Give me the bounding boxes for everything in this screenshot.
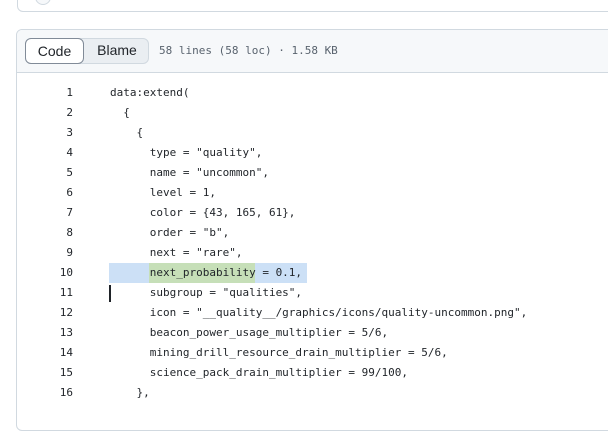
- code-text: next_probability = 0.1,: [110, 266, 303, 279]
- code-text: icon = "__quality__/graphics/icons/quali…: [110, 306, 528, 319]
- code-text: beacon_power_usage_multiplier = 5/6,: [110, 326, 389, 339]
- code-line[interactable]: 7 color = {43, 165, 61},: [17, 203, 608, 223]
- line-number[interactable]: 8: [17, 223, 73, 243]
- code-text: next = "rare",: [110, 246, 243, 259]
- code-tab[interactable]: Code: [25, 38, 84, 64]
- code-line[interactable]: 3 {: [17, 123, 608, 143]
- code-line[interactable]: 5 name = "uncommon",: [17, 163, 608, 183]
- code-line[interactable]: 2 {: [17, 103, 608, 123]
- code-text: name = "uncommon",: [110, 166, 269, 179]
- view-mode-toggle: Code Blame: [25, 38, 149, 64]
- code-text: color = {43, 165, 61},: [110, 206, 296, 219]
- code-text: subgroup = "qualities",: [110, 286, 303, 299]
- line-number[interactable]: 3: [17, 123, 73, 143]
- line-number[interactable]: 12: [17, 303, 73, 323]
- code-line[interactable]: 1 data:extend(: [17, 83, 608, 103]
- line-number[interactable]: 15: [17, 363, 73, 383]
- line-number[interactable]: 14: [17, 343, 73, 363]
- code-text: order = "b",: [110, 226, 230, 239]
- line-number[interactable]: 11: [17, 283, 73, 303]
- code-text: type = "quality",: [110, 146, 263, 159]
- line-number[interactable]: 10: [17, 263, 73, 283]
- file-header: Code Blame 58 lines (58 loc) · 1.58 KB: [17, 30, 608, 73]
- code-view[interactable]: 1 data:extend(2 {3 {4 type = "quality", 5 …: [17, 73, 608, 430]
- line-number[interactable]: 6: [17, 183, 73, 203]
- file-info: 58 lines (58 loc) · 1.58 KB: [159, 44, 338, 57]
- file-view: Code Blame 58 lines (58 loc) · 1.58 KB 1…: [16, 29, 608, 431]
- avatar: [35, 0, 51, 5]
- code-line[interactable]: 10 next_probability = 0.1,: [17, 263, 608, 283]
- code-text: {: [110, 106, 130, 119]
- line-number[interactable]: 7: [17, 203, 73, 223]
- code-text: mining_drill_resource_drain_multiplier =…: [110, 346, 448, 359]
- code-line[interactable]: 14 mining_drill_resource_drain_multiplie…: [17, 343, 608, 363]
- previous-panel: [17, 0, 608, 12]
- line-number[interactable]: 5: [17, 163, 73, 183]
- code-text: science_pack_drain_multiplier = 99/100,: [110, 366, 409, 379]
- code-line[interactable]: 13 beacon_power_usage_multiplier = 5/6,: [17, 323, 608, 343]
- code-line[interactable]: 16 },: [17, 383, 608, 403]
- code-text: level = 1,: [110, 186, 216, 199]
- code-text: {: [110, 126, 144, 139]
- line-number[interactable]: 4: [17, 143, 73, 163]
- code-text: },: [110, 386, 150, 399]
- line-number[interactable]: 13: [17, 323, 73, 343]
- code-line[interactable]: 15 science_pack_drain_multiplier = 99/10…: [17, 363, 608, 383]
- code-line[interactable]: 12 icon = "__quality__/graphics/icons/qu…: [17, 303, 608, 323]
- line-number[interactable]: 9: [17, 243, 73, 263]
- code-line[interactable]: 6 level = 1,: [17, 183, 608, 203]
- code-line[interactable]: 8 order = "b",: [17, 223, 608, 243]
- code-line[interactable]: 9 next = "rare",: [17, 243, 608, 263]
- line-number[interactable]: 1: [17, 83, 73, 103]
- code-line[interactable]: 11 subgroup = "qualities",: [17, 283, 608, 303]
- line-number[interactable]: 16: [17, 383, 73, 403]
- code-line[interactable]: 4 type = "quality",: [17, 143, 608, 163]
- blame-tab[interactable]: Blame: [85, 38, 149, 64]
- code-text: data:extend(: [110, 86, 190, 99]
- line-number[interactable]: 2: [17, 103, 73, 123]
